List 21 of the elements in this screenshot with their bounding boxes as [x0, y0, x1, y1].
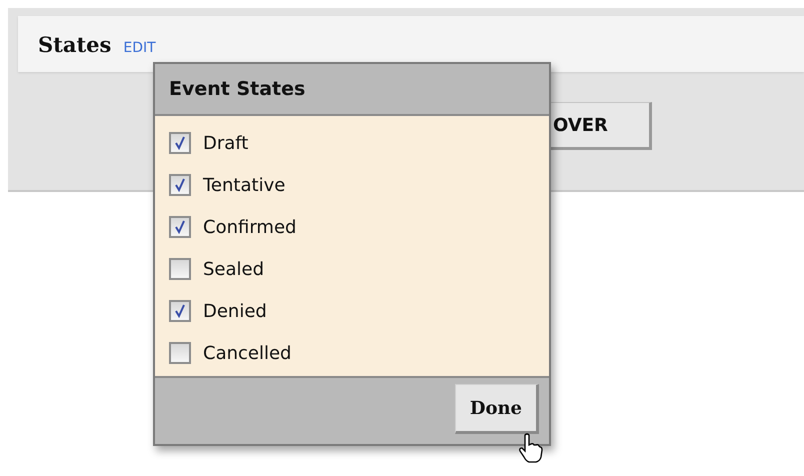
check-icon	[173, 136, 187, 150]
done-button[interactable]: Done	[454, 384, 539, 434]
hand-cursor-icon	[518, 433, 544, 463]
checkbox[interactable]	[169, 342, 191, 364]
section-title: States	[38, 32, 112, 56]
checkbox[interactable]	[169, 132, 191, 154]
checkbox[interactable]	[169, 258, 191, 280]
check-icon	[173, 304, 187, 318]
checkbox-label: Draft	[203, 132, 248, 154]
checkbox-label: Sealed	[203, 258, 264, 280]
checkbox-label: Tentative	[203, 174, 286, 196]
check-icon	[173, 178, 187, 192]
popup-title: Event States	[169, 78, 306, 100]
checkbox-label: Cancelled	[203, 342, 292, 364]
checkbox-label: Confirmed	[203, 216, 296, 238]
checkbox[interactable]	[169, 300, 191, 322]
edit-link[interactable]: EDIT	[123, 40, 156, 56]
checkbox[interactable]	[169, 174, 191, 196]
checkbox-label: Denied	[203, 300, 267, 322]
check-icon	[173, 220, 187, 234]
checkbox[interactable]	[169, 216, 191, 238]
